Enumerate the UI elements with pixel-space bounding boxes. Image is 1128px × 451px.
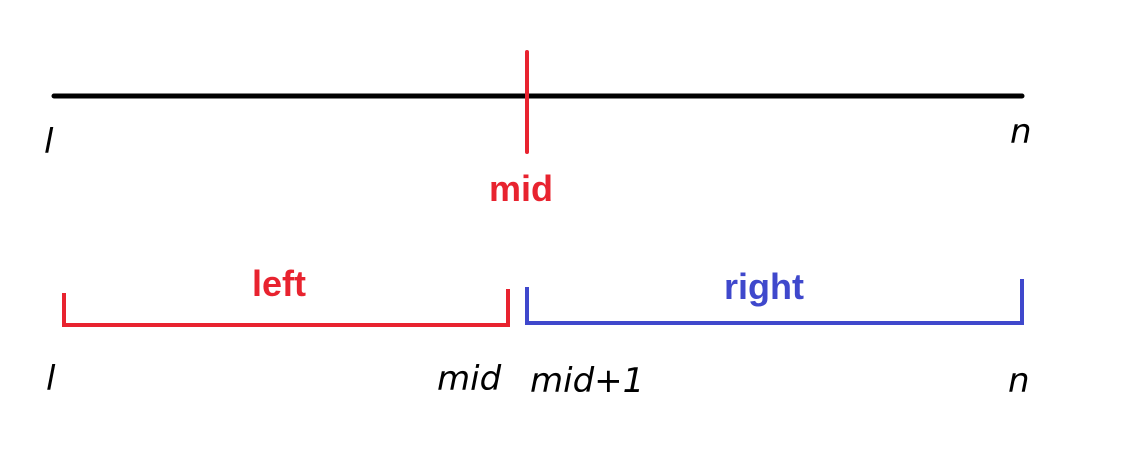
- right-start-label: mid+1: [530, 361, 644, 401]
- divide-diagram: l n mid left right l mid mid+1 n: [44, 50, 1032, 401]
- top-start-label: l: [44, 122, 54, 162]
- right-end-label: n: [1008, 361, 1030, 401]
- left-start-label: l: [46, 359, 56, 399]
- left-segment-label: left: [252, 263, 306, 304]
- top-end-label: n: [1010, 112, 1032, 152]
- left-end-label: mid: [437, 359, 502, 399]
- right-segment-label: right: [724, 266, 804, 307]
- mid-label: mid: [489, 168, 553, 209]
